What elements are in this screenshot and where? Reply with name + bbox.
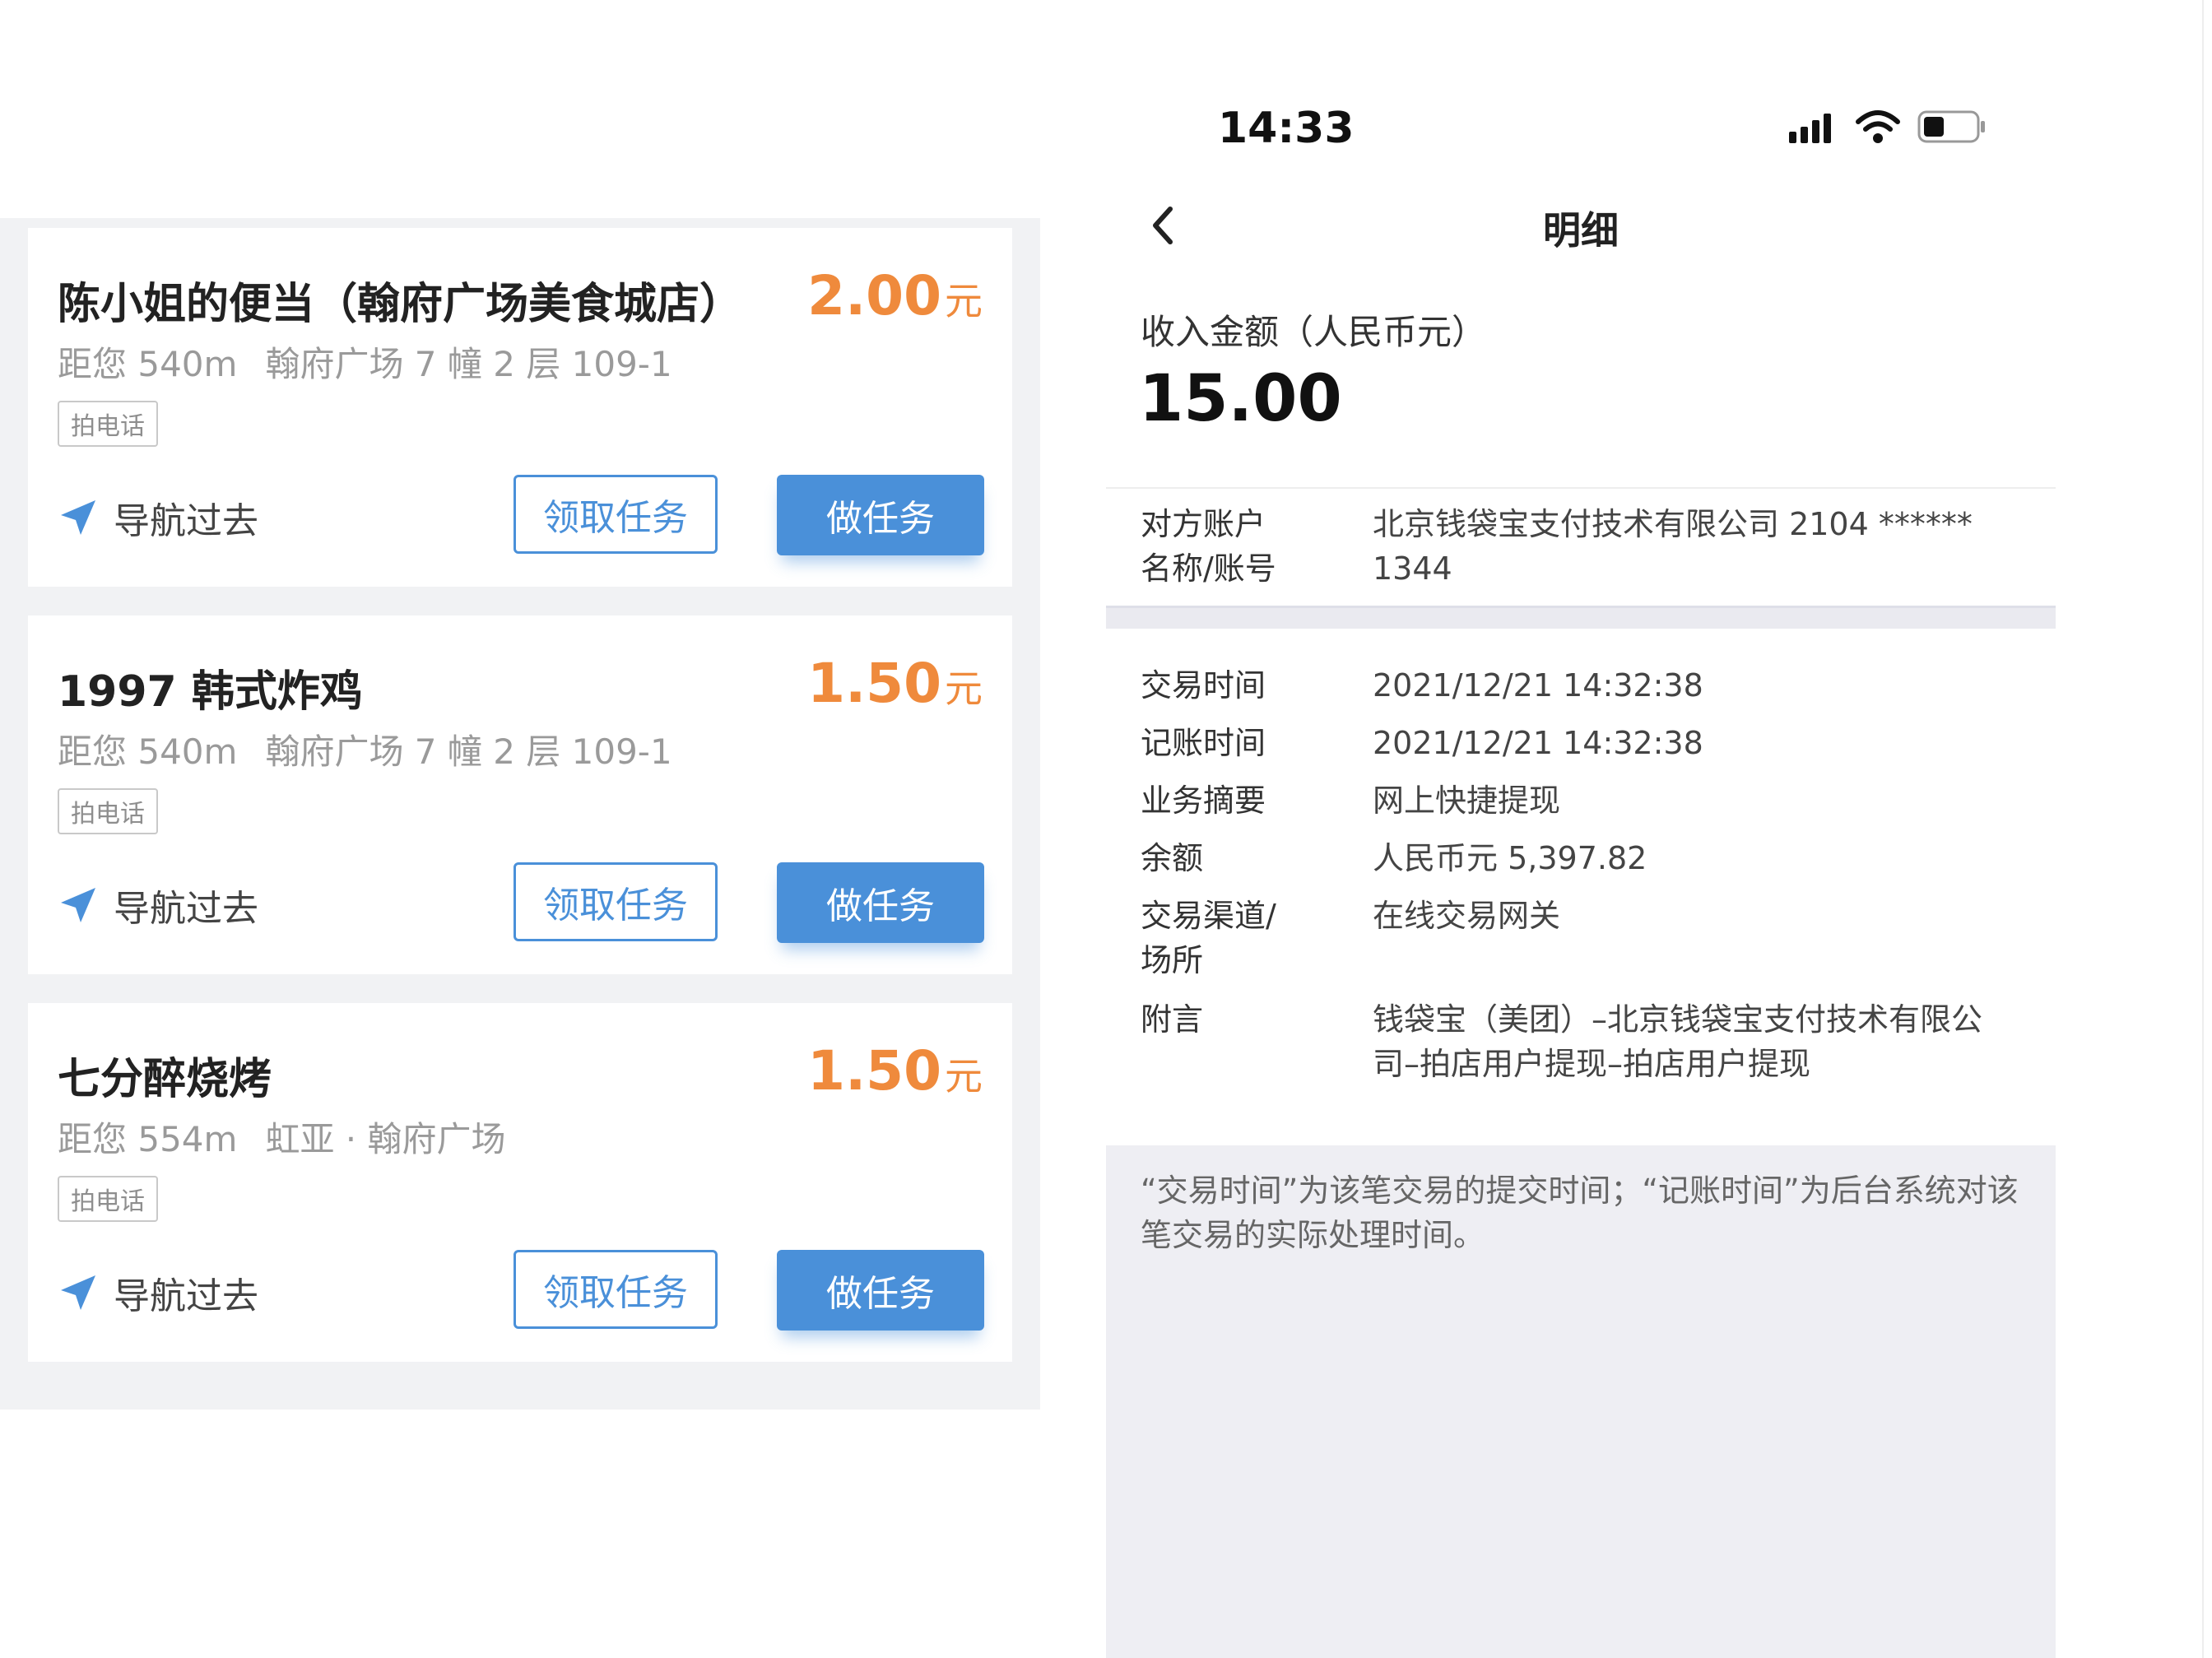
task-tag: 拍电话 bbox=[58, 401, 158, 447]
detail-label: 余额 bbox=[1141, 840, 1204, 876]
navigate-link[interactable]: 导航过去 bbox=[58, 1268, 258, 1317]
income-amount: 15.00 bbox=[1139, 362, 1342, 436]
navigate-label: 导航过去 bbox=[114, 888, 258, 930]
account-label-line1: 对方账户 bbox=[1141, 506, 1266, 542]
counterparty-account-row: 对方账户 名称/账号 北京钱袋宝支付技术有限公司 2104 ****** 134… bbox=[1106, 489, 2056, 606]
reward-amount: 1.50 bbox=[807, 652, 941, 715]
store-name: 陈小姐的便当（翰府广场美食城店） bbox=[58, 280, 743, 329]
remark-value-line1: 钱袋宝（美团）–北京钱袋宝支付技术有限公 bbox=[1373, 1001, 1983, 1038]
task-tag: 拍电话 bbox=[58, 1176, 158, 1222]
store-distance: 距您 540m bbox=[58, 731, 238, 772]
task-card: 七分醉烧烤 1.50元 距您 554m 虹亚 · 翰府广场 拍电话 导航过去 领取… bbox=[28, 1003, 1012, 1362]
task-list: 陈小姐的便当（翰府广场美食城店） 2.00元 距您 540m 翰府广场 7 幢 2… bbox=[0, 218, 1040, 1410]
edge-divider bbox=[2202, 0, 2204, 1658]
detail-value: 2021/12/21 14:32:38 bbox=[1373, 667, 1703, 704]
account-value-line1: 北京钱袋宝支付技术有限公司 2104 ****** bbox=[1373, 506, 1973, 542]
task-reward: 1.50元 bbox=[807, 1039, 983, 1103]
detail-value: 2021/12/21 14:32:38 bbox=[1373, 725, 1703, 761]
page-title: 明细 bbox=[1543, 208, 1619, 253]
do-task-button[interactable]: 做任务 bbox=[777, 475, 984, 555]
channel-label-line1: 交易渠道/ bbox=[1141, 898, 1276, 934]
store-location: 距您 540m 翰府广场 7 幢 2 层 109-1 bbox=[58, 337, 672, 387]
footer-note: “交易时间”为该笔交易的提交时间；“记账时间”为后台系统对该笔交易的实际处理时间… bbox=[1141, 1173, 2019, 1253]
reward-amount: 1.50 bbox=[807, 1039, 941, 1103]
store-distance: 距您 540m bbox=[58, 344, 238, 384]
footer-note-area: “交易时间”为该笔交易的提交时间；“记账时间”为后台系统对该笔交易的实际处理时间… bbox=[1106, 1145, 2056, 1658]
do-task-button[interactable]: 做任务 bbox=[777, 862, 984, 943]
navigation-bar: 明细 bbox=[1106, 194, 2056, 260]
transaction-details: 交易时间 2021/12/21 14:32:38 记账时间 2021/12/21… bbox=[1106, 629, 2056, 1145]
reward-unit: 元 bbox=[945, 279, 983, 323]
do-task-button[interactable]: 做任务 bbox=[777, 1250, 984, 1331]
remark-label: 附言 bbox=[1141, 1001, 1204, 1038]
task-card: 1997 韩式炸鸡 1.50元 距您 540m 翰府广场 7 幢 2 层 109-… bbox=[28, 615, 1012, 974]
detail-value: 人民币元 5,397.82 bbox=[1373, 840, 1647, 876]
account-label-line2: 名称/账号 bbox=[1141, 550, 1276, 587]
navigation-arrow-icon bbox=[61, 1275, 95, 1310]
status-time: 14:33 bbox=[1218, 104, 1355, 153]
wifi-icon bbox=[1856, 110, 1900, 143]
navigate-link[interactable]: 导航过去 bbox=[58, 880, 258, 930]
status-bar: 14:33 bbox=[1106, 99, 1987, 165]
navigate-label: 导航过去 bbox=[114, 1275, 258, 1317]
section-separator bbox=[1106, 606, 2056, 631]
battery-icon bbox=[1917, 110, 1985, 143]
channel-label-line2: 场所 bbox=[1141, 942, 1204, 978]
claim-task-button[interactable]: 领取任务 bbox=[514, 862, 718, 941]
task-tag: 拍电话 bbox=[58, 788, 158, 834]
store-address: 翰府广场 7 幢 2 层 109-1 bbox=[265, 731, 672, 772]
reward-unit: 元 bbox=[945, 1054, 983, 1098]
store-name: 七分醉烧烤 bbox=[58, 1055, 272, 1104]
navigate-link[interactable]: 导航过去 bbox=[58, 493, 258, 542]
reward-unit: 元 bbox=[945, 666, 983, 711]
claim-task-button[interactable]: 领取任务 bbox=[514, 1250, 718, 1329]
navigation-arrow-icon bbox=[61, 888, 95, 922]
channel-value: 在线交易网关 bbox=[1373, 898, 1561, 934]
store-name: 1997 韩式炸鸡 bbox=[58, 667, 363, 717]
store-location: 距您 540m 翰府广场 7 幢 2 层 109-1 bbox=[58, 724, 672, 774]
income-label: 收入金额（人民币元） bbox=[1141, 312, 1487, 352]
signal-bars-icon bbox=[1789, 114, 1831, 143]
store-address: 虹亚 · 翰府广场 bbox=[265, 1119, 506, 1159]
account-value-line2: 1344 bbox=[1373, 550, 1452, 587]
task-card: 陈小姐的便当（翰府广场美食城店） 2.00元 距您 540m 翰府广场 7 幢 2… bbox=[28, 228, 1012, 587]
detail-label: 业务摘要 bbox=[1141, 783, 1266, 819]
reward-amount: 2.00 bbox=[807, 264, 941, 327]
claim-task-button[interactable]: 领取任务 bbox=[514, 475, 718, 554]
navigate-label: 导航过去 bbox=[114, 500, 258, 542]
navigation-arrow-icon bbox=[61, 500, 95, 535]
task-reward: 2.00元 bbox=[807, 264, 983, 327]
remark-value-line2: 司–拍店用户提现–拍店用户提现 bbox=[1373, 1046, 1811, 1082]
detail-value: 网上快捷提现 bbox=[1373, 783, 1561, 819]
detail-label: 记账时间 bbox=[1141, 725, 1266, 761]
store-distance: 距您 554m bbox=[58, 1119, 238, 1159]
task-reward: 1.50元 bbox=[807, 652, 983, 715]
detail-label: 交易时间 bbox=[1141, 667, 1266, 704]
store-address: 翰府广场 7 幢 2 层 109-1 bbox=[265, 344, 672, 384]
store-location: 距您 554m 虹亚 · 翰府广场 bbox=[58, 1112, 506, 1162]
